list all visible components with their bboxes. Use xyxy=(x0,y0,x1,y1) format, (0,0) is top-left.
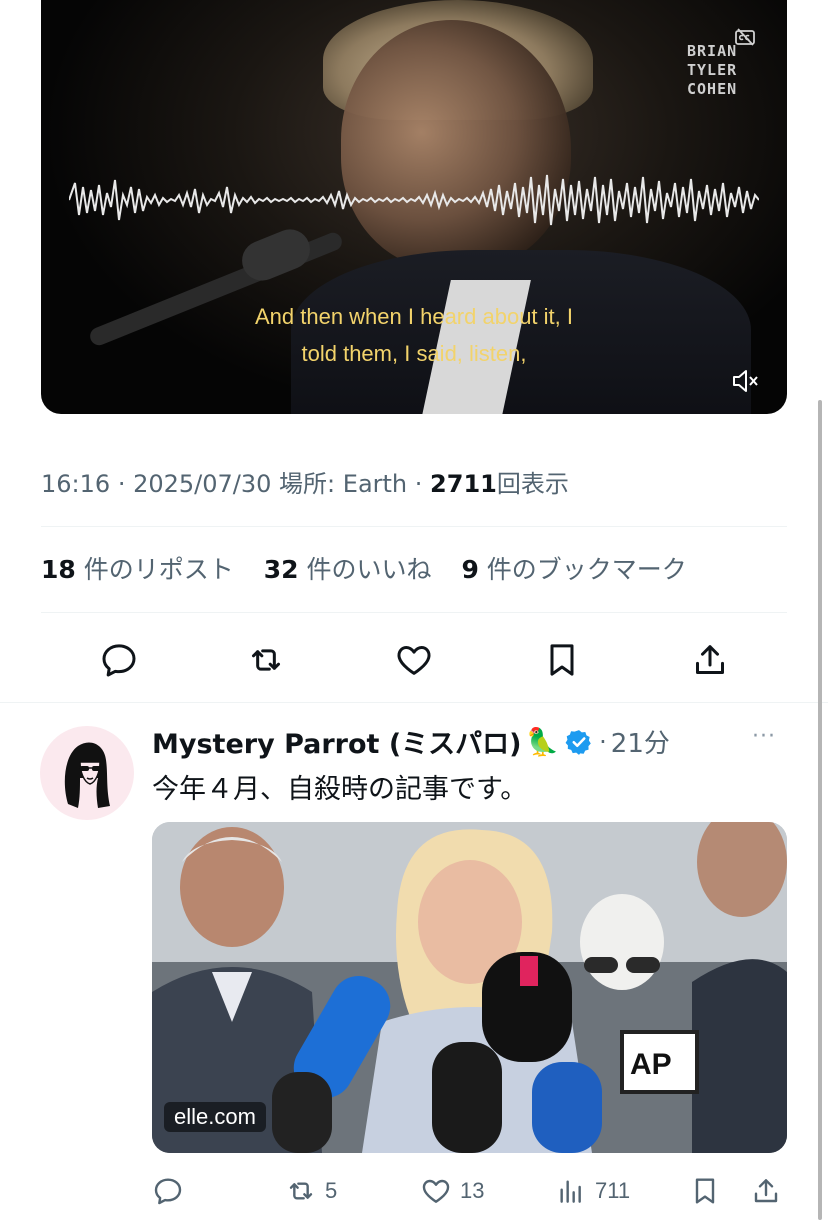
view-count: 711 xyxy=(595,1178,631,1203)
bookmark-icon xyxy=(689,1175,721,1207)
caption-line: And then when I heard about it, I xyxy=(254,304,573,329)
caption-line: told them, I said, listen, xyxy=(301,341,527,366)
repost-icon[interactable] xyxy=(246,640,286,680)
audio-waveform xyxy=(69,174,759,226)
card-domain-badge: elle.com xyxy=(164,1102,266,1132)
author-name[interactable]: Mystery Parrot (ミスパロ) xyxy=(152,722,522,761)
repost-button[interactable]: 5 xyxy=(285,1175,337,1207)
like-icon xyxy=(420,1175,452,1207)
like-icon[interactable] xyxy=(394,640,434,680)
bookmark-count-link[interactable]: 9 件のブックマーク xyxy=(461,555,686,584)
analytics-icon xyxy=(555,1175,587,1207)
repost-icon xyxy=(285,1175,317,1207)
like-count-link[interactable]: 32 件のいいね xyxy=(264,555,432,584)
view-count: 2711 xyxy=(430,470,497,498)
share-button[interactable] xyxy=(750,1175,782,1207)
tweet-metadata: 16:16 · 2025/07/30 場所: Earth · 2711回表示 xyxy=(41,470,569,498)
share-icon[interactable] xyxy=(690,640,730,680)
divider xyxy=(41,526,787,527)
divider xyxy=(0,702,828,703)
svg-text:AP: AP xyxy=(630,1048,672,1081)
bookmark-label: 件のブックマーク xyxy=(486,555,687,584)
like-button[interactable]: 13 xyxy=(420,1175,484,1207)
video-caption: And then when I heard about it, I told t… xyxy=(41,298,787,372)
author-line: Mystery Parrot (ミスパロ) 🦜 · 21分 xyxy=(152,722,670,761)
tweet-date[interactable]: 2025/07/30 xyxy=(133,470,271,498)
muted-speaker-icon[interactable] xyxy=(731,368,759,394)
watermark-line: TYLER xyxy=(687,61,738,79)
like-label: 件のいいね xyxy=(306,555,432,584)
repost-label: 件のリポスト xyxy=(83,555,234,584)
reply-icon[interactable] xyxy=(99,640,139,680)
separator-dot: · xyxy=(599,727,607,756)
location: Earth xyxy=(342,470,408,498)
bookmark-count: 9 xyxy=(461,555,479,584)
reply-icon xyxy=(152,1175,184,1207)
bookmark-icon[interactable] xyxy=(542,640,582,680)
watermark-line: COHEN xyxy=(687,80,738,98)
more-options-icon[interactable]: ··· xyxy=(752,724,776,749)
share-icon xyxy=(750,1175,782,1207)
engagement-stats: 18 件のリポスト 32 件のいいね 9 件のブックマーク xyxy=(41,550,709,586)
watermark-line: BRIAN xyxy=(687,42,738,60)
link-preview-card[interactable]: AP elle.com xyxy=(152,822,787,1153)
like-count: 13 xyxy=(460,1178,485,1203)
divider xyxy=(41,612,787,613)
scrollbar[interactable] xyxy=(818,400,822,1220)
repost-count: 18 xyxy=(41,555,76,584)
bookmark-button[interactable] xyxy=(689,1175,721,1207)
like-count: 32 xyxy=(263,555,299,584)
location-label: 場所: xyxy=(279,470,336,498)
video-player[interactable]: BRIAN TYLER COHEN And then when I heard … xyxy=(41,0,787,414)
channel-watermark: BRIAN TYLER COHEN xyxy=(687,42,757,99)
tweet-time[interactable]: 16:16 xyxy=(41,470,110,498)
parrot-emoji: 🦜 xyxy=(525,726,560,758)
repost-count-link[interactable]: 18 件のリポスト xyxy=(41,555,234,584)
tweet-text: 今年４月、自殺時の記事です。 xyxy=(152,774,528,805)
view-count-label: 回表示 xyxy=(496,470,569,498)
avatar[interactable] xyxy=(40,726,134,820)
tweet-time-ago[interactable]: 21分 xyxy=(611,723,670,760)
verified-badge-icon xyxy=(565,729,591,755)
views-button[interactable]: 711 xyxy=(555,1175,630,1207)
reply-button[interactable] xyxy=(152,1175,184,1207)
repost-count: 5 xyxy=(325,1178,338,1203)
